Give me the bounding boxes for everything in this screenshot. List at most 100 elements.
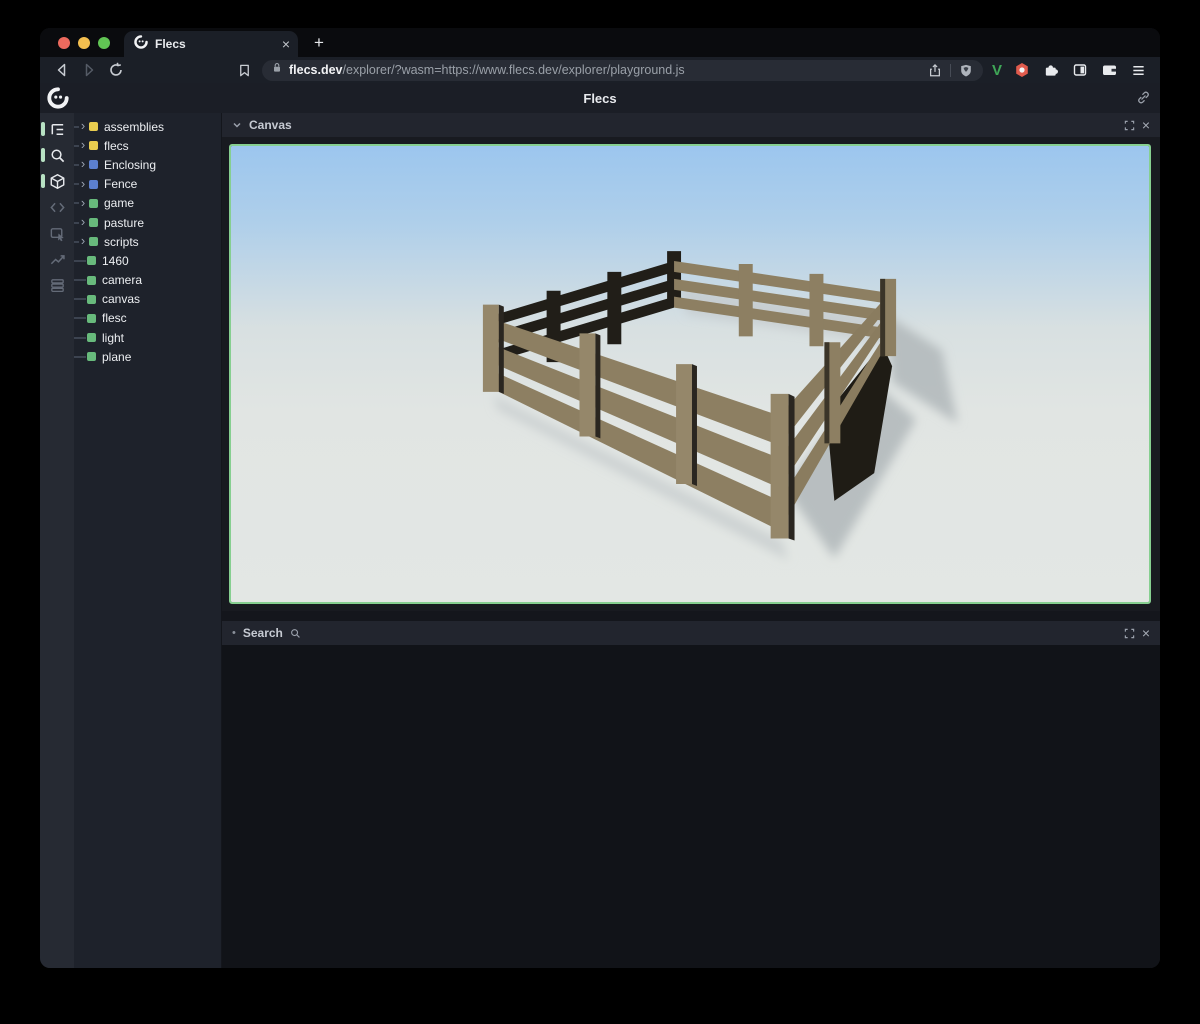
tree-item-label: assemblies xyxy=(104,120,164,134)
tree-item-plane[interactable]: plane xyxy=(74,347,221,366)
close-window-button[interactable] xyxy=(58,37,70,49)
address-bar[interactable]: flecs.dev/explorer/?wasm=https://www.fle… xyxy=(262,60,983,81)
tree-connector xyxy=(74,337,86,339)
app-title: Flecs xyxy=(583,91,616,106)
tree-connector xyxy=(74,356,86,358)
tab-close-icon[interactable]: × xyxy=(282,37,290,51)
fence-scene xyxy=(231,146,1149,602)
tree-item-game[interactable]: › game xyxy=(74,194,221,213)
canvas-panel-header[interactable]: Canvas × xyxy=(222,113,1160,137)
rail-stats-button[interactable] xyxy=(40,246,74,272)
extensions-puzzle-icon[interactable] xyxy=(1042,61,1060,79)
tree-item-label: light xyxy=(102,331,124,345)
url-domain: flecs.dev xyxy=(289,63,343,77)
addressbar-divider xyxy=(950,64,951,77)
entity-color-icon xyxy=(87,352,96,361)
tree-item-label: plane xyxy=(102,350,131,364)
sidebar-toggle-icon[interactable] xyxy=(1071,61,1089,79)
expand-chevron-icon[interactable]: › xyxy=(79,177,87,190)
search-panel-body[interactable] xyxy=(222,645,1160,968)
brave-shield-icon[interactable] xyxy=(957,61,975,79)
tree-item-flesc[interactable]: flesc xyxy=(74,309,221,328)
entity-color-icon xyxy=(89,160,98,169)
close-panel-icon[interactable]: × xyxy=(1142,118,1150,132)
flecs-logo-icon[interactable] xyxy=(47,87,69,114)
app-header: Flecs xyxy=(40,83,1160,113)
share-icon[interactable] xyxy=(926,61,944,79)
entity-color-icon xyxy=(89,237,98,246)
entity-color-icon xyxy=(87,276,96,285)
tree-item-flecs[interactable]: › flecs xyxy=(74,136,221,155)
maximize-window-button[interactable] xyxy=(98,37,110,49)
webgl-canvas[interactable] xyxy=(229,144,1151,604)
tree-item-label: Enclosing xyxy=(104,158,156,172)
fullscreen-icon[interactable] xyxy=(1124,120,1135,131)
expand-chevron-icon[interactable]: › xyxy=(79,157,87,170)
tree-item-scripts[interactable]: › scripts xyxy=(74,232,221,251)
new-tab-button[interactable]: + xyxy=(314,28,324,57)
search-panel-header[interactable]: • Search × xyxy=(222,621,1160,645)
rail-canvas-button[interactable] xyxy=(40,168,74,194)
rail-inspector-button[interactable] xyxy=(40,220,74,246)
expand-chevron-icon[interactable]: › xyxy=(79,215,87,228)
tree-item-canvas[interactable]: canvas xyxy=(74,290,221,309)
browser-toolbar: flecs.dev/explorer/?wasm=https://www.fle… xyxy=(40,57,1160,83)
bookmark-icon[interactable] xyxy=(235,61,253,79)
main-panels: Canvas × xyxy=(221,113,1160,968)
entity-color-icon xyxy=(87,333,96,342)
rail-entity-tree-button[interactable] xyxy=(40,116,74,142)
search-panel-title: Search xyxy=(243,626,283,640)
menu-hamburger-icon[interactable] xyxy=(1129,61,1147,79)
tree-item-light[interactable]: light xyxy=(74,328,221,347)
back-button[interactable] xyxy=(53,61,71,79)
tree-item-label: canvas xyxy=(102,292,140,306)
extension-hexagon-icon[interactable] xyxy=(1013,61,1031,79)
tree-item-label: flecs xyxy=(104,139,129,153)
tree-item-enclosing[interactable]: › Enclosing xyxy=(74,155,221,174)
tree-item-1460[interactable]: 1460 xyxy=(74,251,221,270)
panel-bullet-icon[interactable]: • xyxy=(232,628,236,639)
tree-item-label: pasture xyxy=(104,216,144,230)
expand-chevron-icon[interactable]: › xyxy=(79,196,87,209)
tree-item-label: flesc xyxy=(102,311,127,325)
fullscreen-icon[interactable] xyxy=(1124,628,1135,639)
tree-item-label: game xyxy=(104,196,134,210)
tree-item-pasture[interactable]: › pasture xyxy=(74,213,221,232)
forward-button[interactable] xyxy=(80,61,98,79)
rail-query-button[interactable] xyxy=(40,142,74,168)
search-icon xyxy=(290,628,301,639)
tree-item-camera[interactable]: camera xyxy=(74,271,221,290)
url-path: /explorer/?wasm=https://www.flecs.dev/ex… xyxy=(343,63,685,77)
expand-chevron-icon[interactable]: › xyxy=(79,119,87,132)
wallet-icon[interactable] xyxy=(1100,61,1118,79)
collapse-chevron-icon[interactable] xyxy=(232,120,242,130)
close-panel-icon[interactable]: × xyxy=(1142,626,1150,640)
tree-item-label: scripts xyxy=(104,235,139,249)
window-controls xyxy=(40,28,124,57)
extension-v-icon[interactable]: V xyxy=(992,63,1002,78)
tree-item-label: Fence xyxy=(104,177,137,191)
expand-chevron-icon[interactable]: › xyxy=(79,138,87,151)
entity-tree-panel: › assemblies › flecs › Enclosing › Fence › ga… xyxy=(74,113,221,968)
share-link-icon[interactable] xyxy=(1136,90,1151,110)
lock-icon xyxy=(271,61,283,79)
entity-color-icon xyxy=(87,295,96,304)
tree-connector xyxy=(74,279,86,281)
minimize-window-button[interactable] xyxy=(78,37,90,49)
expand-chevron-icon[interactable]: › xyxy=(79,234,87,247)
rail-code-button[interactable] xyxy=(40,194,74,220)
entity-color-icon xyxy=(89,122,98,131)
tree-connector xyxy=(74,298,86,300)
tree-item-label: camera xyxy=(102,273,142,287)
entity-color-icon xyxy=(89,180,98,189)
reload-button[interactable] xyxy=(107,61,125,79)
tree-item-fence[interactable]: › Fence xyxy=(74,175,221,194)
canvas-panel-title: Canvas xyxy=(249,118,292,132)
tree-connector xyxy=(74,260,86,262)
canvas-3d-viewport[interactable] xyxy=(222,137,1160,611)
entity-color-icon xyxy=(89,141,98,150)
browser-tab-flecs[interactable]: Flecs × xyxy=(124,31,298,57)
tree-item-assemblies[interactable]: › assemblies xyxy=(74,117,221,136)
panel-gap xyxy=(222,611,1160,621)
rail-archetypes-button[interactable] xyxy=(40,272,74,298)
